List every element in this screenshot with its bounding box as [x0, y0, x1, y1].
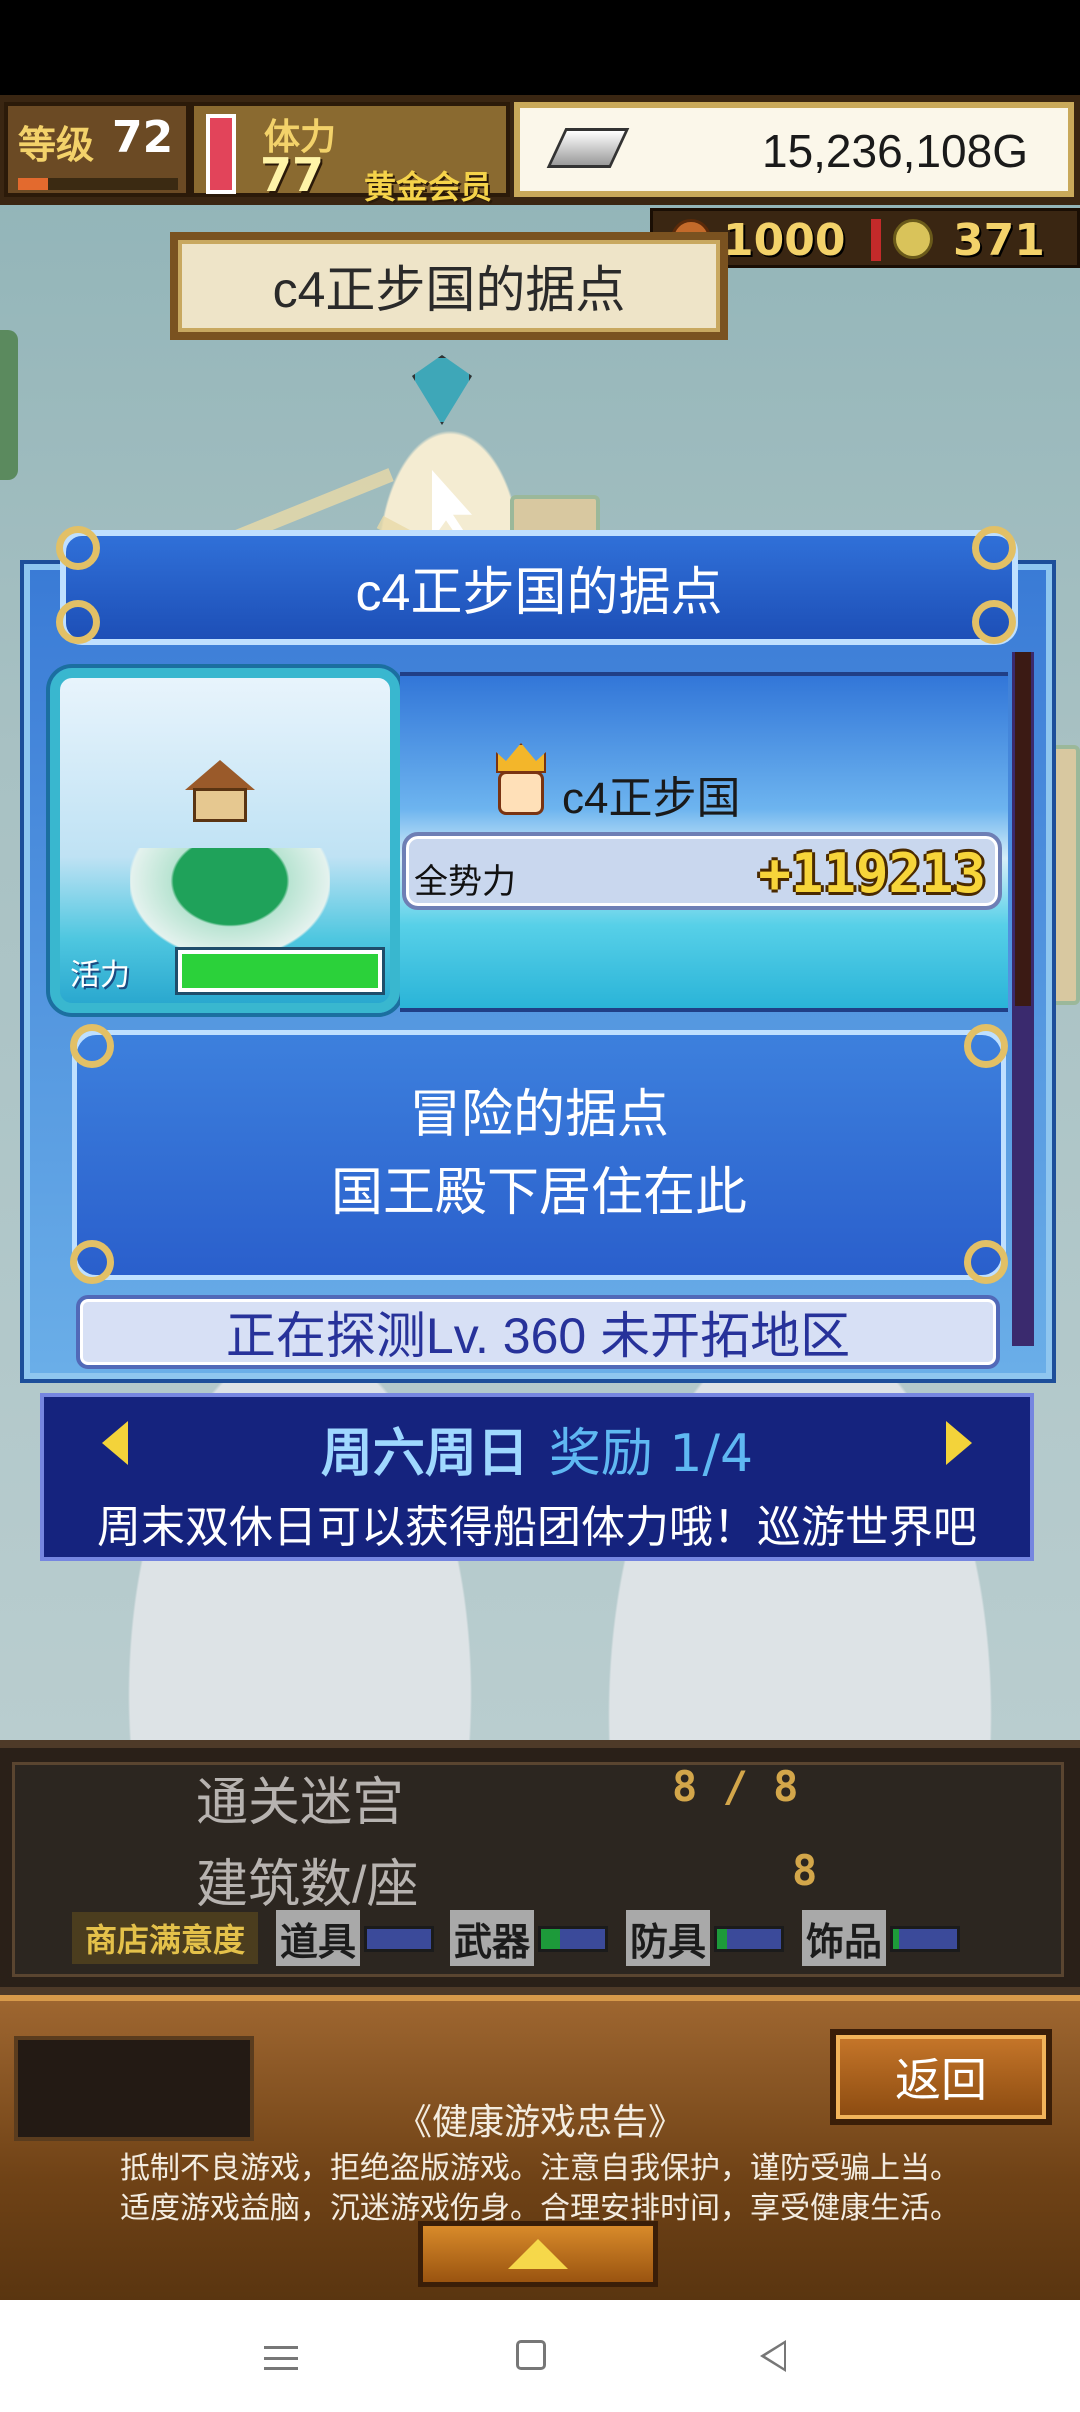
- shop-item-weapons: 武器: [450, 1910, 610, 1966]
- stamina-value: 77: [260, 148, 325, 202]
- satisfaction-meter: [538, 1926, 608, 1952]
- shop-item-accessories: 饰品: [802, 1910, 962, 1966]
- resource2-value: 371: [953, 215, 1045, 266]
- stamina-gauge: [206, 114, 236, 194]
- dungeons-value: 8 / 8: [672, 1762, 799, 1811]
- home-icon[interactable]: [516, 2340, 546, 2370]
- description-line1: 冒险的据点: [408, 1086, 669, 1145]
- location-sign: c4正步国的据点: [170, 232, 728, 340]
- medal-icon: [893, 219, 933, 259]
- gold-value: 15,236,108G: [761, 125, 1028, 177]
- vitality-bar: [178, 950, 382, 992]
- corner-ornament-icon: [972, 600, 1016, 644]
- event-banner[interactable]: 周六周日 奖励 1/4 周末双休日可以获得船团体力哦！巡游世界吧: [40, 1393, 1034, 1561]
- satisfaction-meter: [890, 1926, 960, 1952]
- shop-item-label: 武器: [450, 1910, 535, 1966]
- explore-text: 正在探测Lv. 360 未开拓地区: [225, 1308, 851, 1364]
- side-tab[interactable]: [0, 330, 18, 480]
- expand-up-button[interactable]: [418, 2221, 658, 2287]
- vitality-label: 活力: [70, 958, 130, 993]
- corner-ornament-icon: [70, 1024, 114, 1068]
- corner-ornament-icon: [70, 1240, 114, 1284]
- health-notice-line1: 抵制不良游戏，拒绝盗版游戏。注意自我保护，谨防受骗上当。: [120, 2152, 960, 2185]
- footer-panel: 返回 《健康游戏忠告》 抵制不良游戏，拒绝盗版游戏。注意自我保护，谨防受骗上当。…: [0, 1995, 1080, 2300]
- shop-satisfaction-label: 商店满意度: [72, 1912, 258, 1964]
- health-notice-title: 《健康游戏忠告》: [395, 2101, 684, 2142]
- explore-status: 正在探测Lv. 360 未开拓地区: [76, 1295, 1000, 1369]
- buildings-label: 建筑数/座: [196, 1856, 419, 1914]
- island-icon: [130, 848, 330, 958]
- level-label: 等级: [18, 123, 95, 167]
- corner-ornament-icon: [56, 600, 100, 644]
- description-line2: 国王殿下居住在此: [330, 1164, 747, 1222]
- king-avatar-icon: [490, 743, 552, 821]
- shop-item-label: 饰品: [802, 1910, 887, 1966]
- satisfaction-meter: [714, 1926, 784, 1952]
- owner-name: c4正步国: [562, 774, 741, 823]
- scrollbar-thumb[interactable]: [1015, 652, 1031, 1006]
- exp-bar: [18, 178, 178, 190]
- resource1-value: 1000: [723, 215, 846, 266]
- location-name: c4正步国的据点: [272, 262, 626, 318]
- vip-badge: 黄金会员: [364, 168, 493, 206]
- stamina-panel[interactable]: 体力 77 黄金会员: [190, 102, 510, 206]
- dungeons-label: 通关迷宫: [196, 1774, 405, 1832]
- banner-reward: 奖励 1/4: [548, 1424, 754, 1484]
- power-box: 全势力 +119213: [402, 832, 1002, 910]
- power-label: 全势力: [414, 862, 516, 902]
- power-value: +119213: [758, 842, 986, 905]
- up-arrow-icon: [508, 2239, 568, 2269]
- status-bar: [0, 0, 1080, 95]
- base-thumbnail: 活力: [50, 668, 400, 1013]
- dialog-title-bar: c4正步国的据点: [60, 530, 1018, 645]
- dialog-scrollbar[interactable]: [1012, 652, 1034, 1346]
- menu-icon[interactable]: [264, 2346, 298, 2370]
- gold-panel[interactable]: 15,236,108G: [514, 102, 1074, 197]
- silver-ingot-icon: [546, 128, 630, 168]
- banner-title: 周六周日: [320, 1424, 529, 1484]
- shop-item-label: 道具: [276, 1910, 361, 1966]
- description-box: 冒险的据点 国王殿下居住在此: [72, 1030, 1006, 1280]
- corner-ornament-icon: [964, 1240, 1008, 1284]
- banner-title-row: 周六周日 奖励 1/4: [44, 1411, 1030, 1486]
- house-icon: [185, 760, 255, 822]
- shop-item-label: 防具: [626, 1910, 711, 1966]
- back-icon[interactable]: [760, 2340, 786, 2372]
- corner-ornament-icon: [964, 1024, 1008, 1068]
- shop-item-tools: 道具: [276, 1910, 436, 1966]
- dialog-title: c4正步国的据点: [355, 564, 723, 622]
- satisfaction-meter: [364, 1926, 434, 1952]
- level-panel: 等级 72: [4, 102, 190, 197]
- level-value: 72: [112, 112, 174, 163]
- banner-message: 周末双休日可以获得船团体力哦！巡游世界吧: [97, 1502, 977, 1553]
- corner-ornament-icon: [972, 526, 1016, 570]
- shop-item-armor: 防具: [626, 1910, 786, 1966]
- buildings-value: 8: [792, 1846, 818, 1895]
- corner-ornament-icon: [56, 526, 100, 570]
- divider: [871, 219, 881, 261]
